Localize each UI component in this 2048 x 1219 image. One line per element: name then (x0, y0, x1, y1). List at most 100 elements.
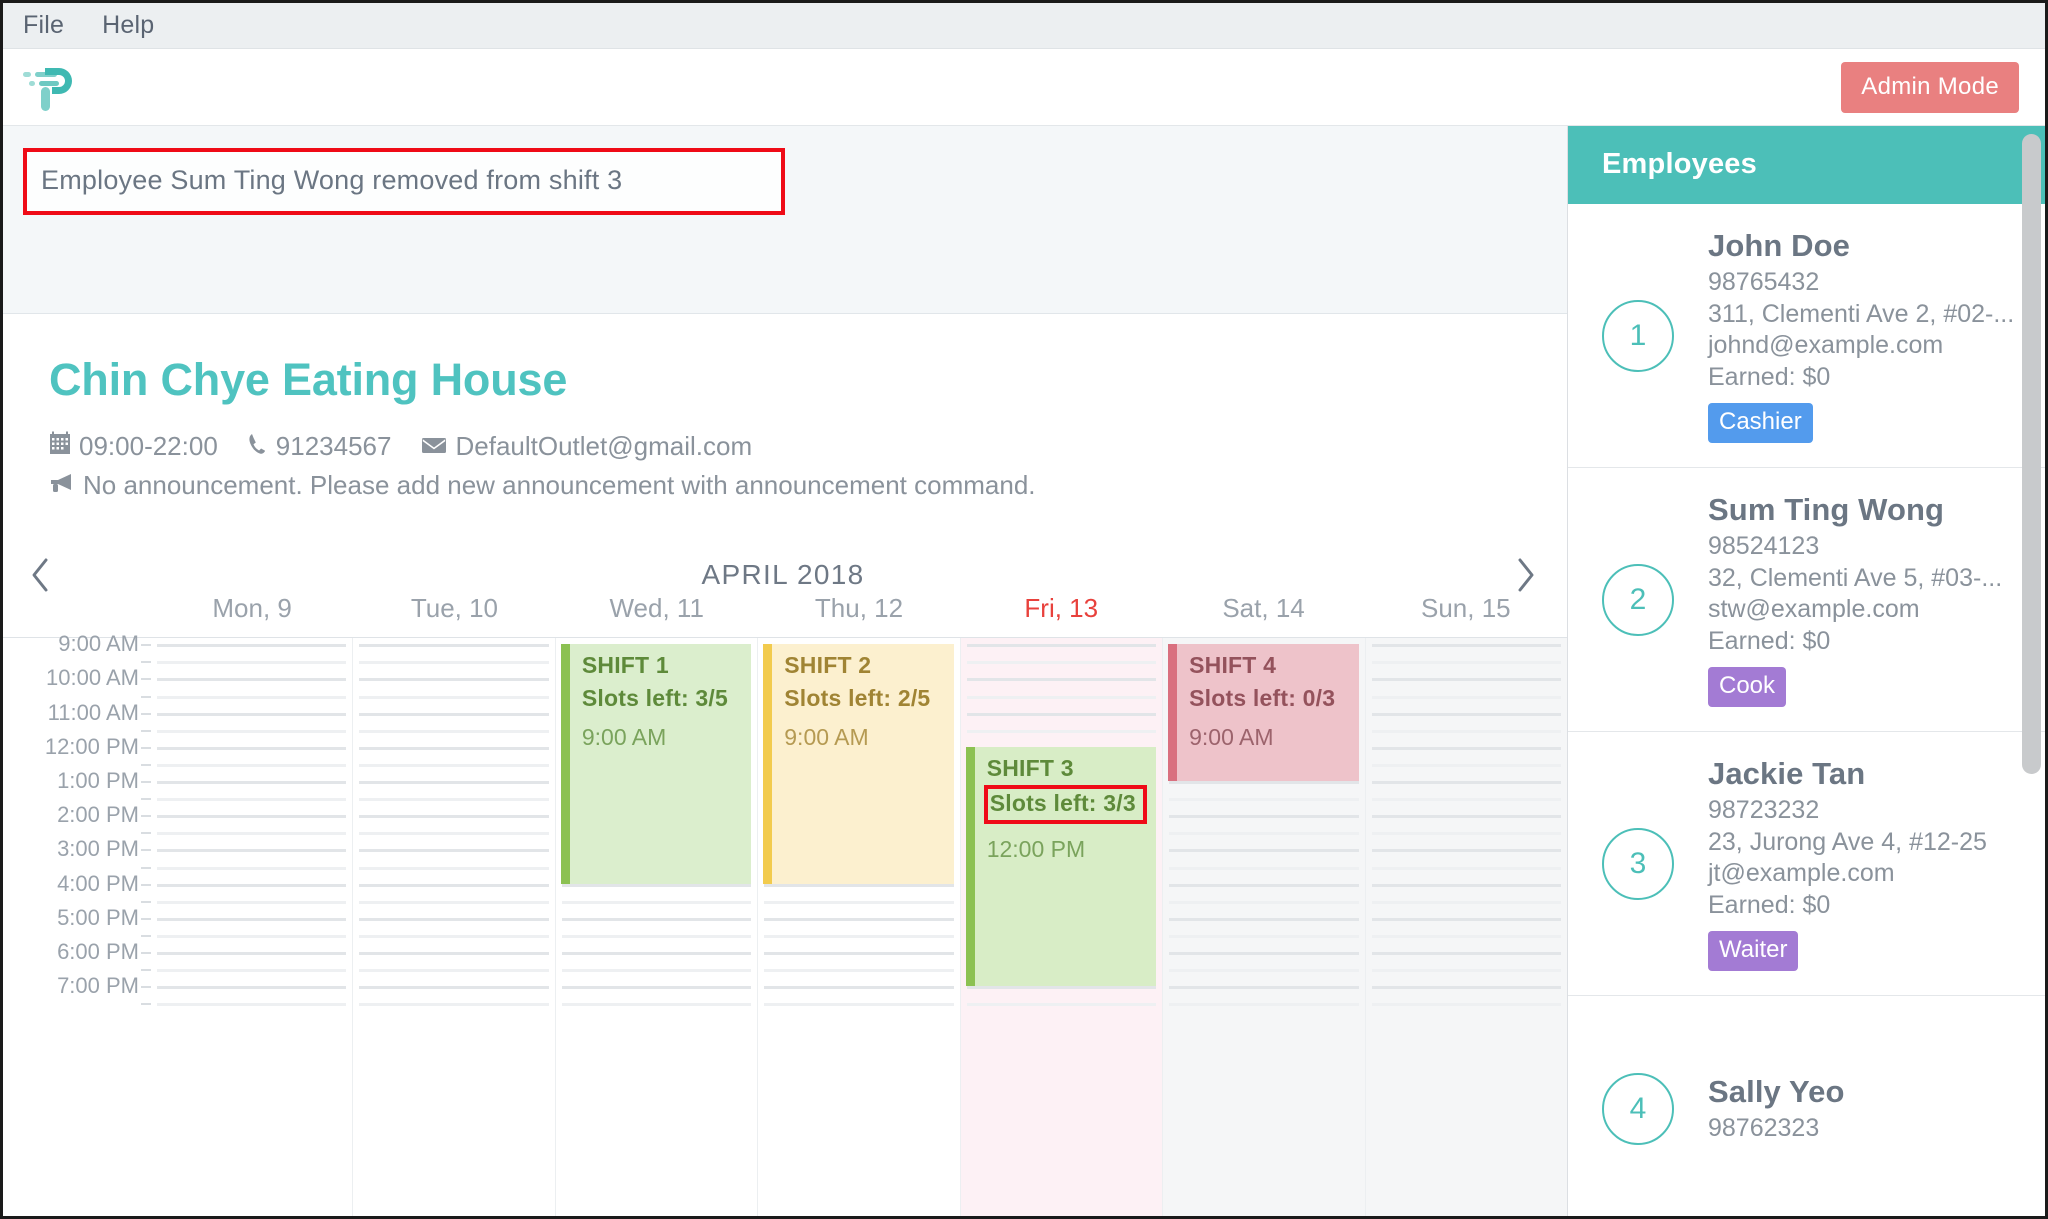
day-column[interactable]: SHIFT 3 Slots left: 3/3 12:00 PM (960, 638, 1164, 1216)
time-tick-half (141, 729, 151, 732)
employee-name: Jackie Tan (1708, 756, 1866, 791)
day-column[interactable] (151, 638, 354, 1216)
employee-card[interactable]: 1 John Doe 98765432 311, Clementi Ave 2, #0… (1568, 204, 2045, 468)
day-header-mon[interactable]: Mon, 9 (151, 593, 353, 624)
grid-line (1169, 815, 1359, 819)
grid-line (157, 917, 347, 921)
employees-header: Employees (1568, 126, 2045, 204)
main-panel: Employee Sum Ting Wong removed from shif… (3, 126, 1567, 1216)
grid-line (1371, 900, 1561, 904)
time-tick (141, 986, 151, 989)
day-column[interactable]: SHIFT 4 Slots left: 0/3 9:00 AM (1163, 638, 1366, 1216)
grid-line (764, 952, 954, 956)
grid-line (157, 866, 347, 870)
grid-line (1371, 746, 1561, 750)
grid-line (966, 661, 1157, 665)
employee-card[interactable]: 2 Sum Ting Wong 98524123 32, Clementi Ave 5… (1568, 468, 2045, 732)
grid-line (1371, 969, 1561, 973)
admin-mode-button[interactable]: Admin Mode (1841, 61, 2019, 113)
time-tick-half (141, 866, 151, 869)
employee-index: 3 (1568, 827, 1708, 900)
time-tick-half (141, 934, 151, 937)
calendar-day-headers: Mon, 9 Tue, 10 Wed, 11 Thu, 12 Fri, 13 S… (3, 593, 1567, 637)
shift-title: SHIFT 1 (581, 652, 669, 679)
employee-earned: Earned: $0 (1708, 362, 1831, 391)
time-tick (141, 815, 151, 818)
grid-line (1371, 1003, 1561, 1007)
grid-line (359, 986, 549, 990)
grid-line (764, 986, 954, 990)
employee-address: 32, Clementi Ave 5, #03-... (1708, 563, 2003, 592)
grid-line (157, 695, 347, 699)
grid-line (157, 1003, 347, 1007)
day-columns: SHIFT 1 Slots left: 3/5 9:00 AM SHIFT 2 Slot… (151, 638, 1567, 1216)
grid-line (157, 849, 347, 853)
time-tick (141, 678, 151, 681)
employee-card[interactable]: 4 Sally Yeo 98762323 (1568, 996, 2045, 1216)
notification-area: Employee Sum Ting Wong removed from shif… (3, 126, 1567, 314)
grid-line (966, 712, 1157, 716)
day-column[interactable] (1365, 638, 1567, 1216)
time-axis: 9:00 AM 10:00 AM 11:00 AM 12:00 PM 1:00 PM 2:… (3, 631, 151, 1216)
chevron-right-icon[interactable] (1515, 557, 1537, 593)
shift-event[interactable]: SHIFT 3 Slots left: 3/3 12:00 PM (965, 746, 1157, 987)
shift-title: SHIFT 4 (1189, 652, 1277, 679)
time-label: 1:00 PM (57, 768, 139, 794)
day-column[interactable]: SHIFT 2 Slots left: 2/5 9:00 AM (758, 638, 961, 1216)
day-column[interactable] (353, 638, 556, 1216)
grid-line (1371, 661, 1561, 665)
grid-line (359, 832, 549, 836)
outlet-name: Chin Chye Eating House (49, 354, 568, 405)
time-label: 2:00 PM (57, 802, 139, 828)
sidebar-scrollbar[interactable] (2022, 134, 2041, 774)
menu-item-file[interactable]: File (23, 11, 64, 40)
time-label: 5:00 PM (57, 904, 139, 930)
shift-event[interactable]: SHIFT 2 Slots left: 2/5 9:00 AM (763, 644, 954, 884)
employee-role-tag[interactable]: Cashier (1708, 403, 1813, 443)
phone-icon (248, 431, 268, 462)
time-tick (141, 746, 151, 749)
shift-time: 9:00 AM (581, 724, 667, 751)
menu-item-help[interactable]: Help (102, 11, 154, 40)
employee-index-badge: 3 (1602, 827, 1674, 900)
day-header-wed[interactable]: Wed, 11 (556, 593, 758, 624)
calendar-grid: 9:00 AM 10:00 AM 11:00 AM 12:00 PM 1:00 PM 2:… (3, 631, 1567, 1216)
employee-name: Sum Ting Wong (1708, 492, 1945, 527)
employee-role-tag[interactable]: Cook (1708, 667, 1787, 707)
employee-earned: Earned: $0 (1708, 626, 1831, 655)
shift-slots: Slots left: 2/5 (784, 685, 931, 712)
outlet-phone-text: 91234567 (275, 431, 392, 462)
grid-line (561, 1003, 752, 1007)
grid-line (157, 712, 347, 716)
outlet-announcement-text: No announcement. Please add new announce… (83, 470, 1036, 501)
employee-role-tag[interactable]: Waiter (1708, 931, 1799, 971)
grid-line (157, 781, 347, 785)
grid-line (561, 952, 752, 956)
grid-line (1169, 934, 1359, 938)
day-header-sun[interactable]: Sun, 15 (1365, 593, 1567, 624)
day-header-thu[interactable]: Thu, 12 (758, 593, 960, 624)
time-label: 11:00 AM (47, 699, 139, 725)
grid-line (1371, 849, 1561, 853)
grid-line (966, 695, 1157, 699)
envelope-icon (421, 431, 447, 462)
shift-event[interactable]: SHIFT 1 Slots left: 3/5 9:00 AM (560, 644, 752, 884)
shift-time: 9:00 AM (784, 724, 869, 751)
outlet-announcement: No announcement. Please add new announce… (49, 470, 1567, 501)
day-column[interactable]: SHIFT 1 Slots left: 3/5 9:00 AM (556, 638, 759, 1216)
notification-text: Employee Sum Ting Wong removed from shif… (41, 165, 623, 195)
day-header-fri[interactable]: Fri, 13 (960, 593, 1162, 624)
grid-line (1169, 883, 1359, 887)
grid-line (1169, 781, 1359, 785)
day-header-tue[interactable]: Tue, 10 (353, 593, 555, 624)
application-window: File Help Admin Mode Employee Sum Ting W… (0, 0, 2048, 1219)
outlet-email-text: DefaultOutlet@gmail.com (455, 431, 753, 462)
employee-card[interactable]: 3 Jackie Tan 98723232 23, Jurong Ave 4, #12… (1568, 732, 2045, 996)
grid-line (157, 952, 347, 956)
chevron-left-icon[interactable] (29, 557, 51, 593)
shift-event[interactable]: SHIFT 4 Slots left: 0/3 9:00 AM (1168, 644, 1359, 782)
grid-line (764, 969, 954, 973)
shift-slots: Slots left: 0/3 (1189, 685, 1336, 712)
calendar-icon (49, 431, 71, 462)
day-header-sat[interactable]: Sat, 14 (1162, 593, 1364, 624)
